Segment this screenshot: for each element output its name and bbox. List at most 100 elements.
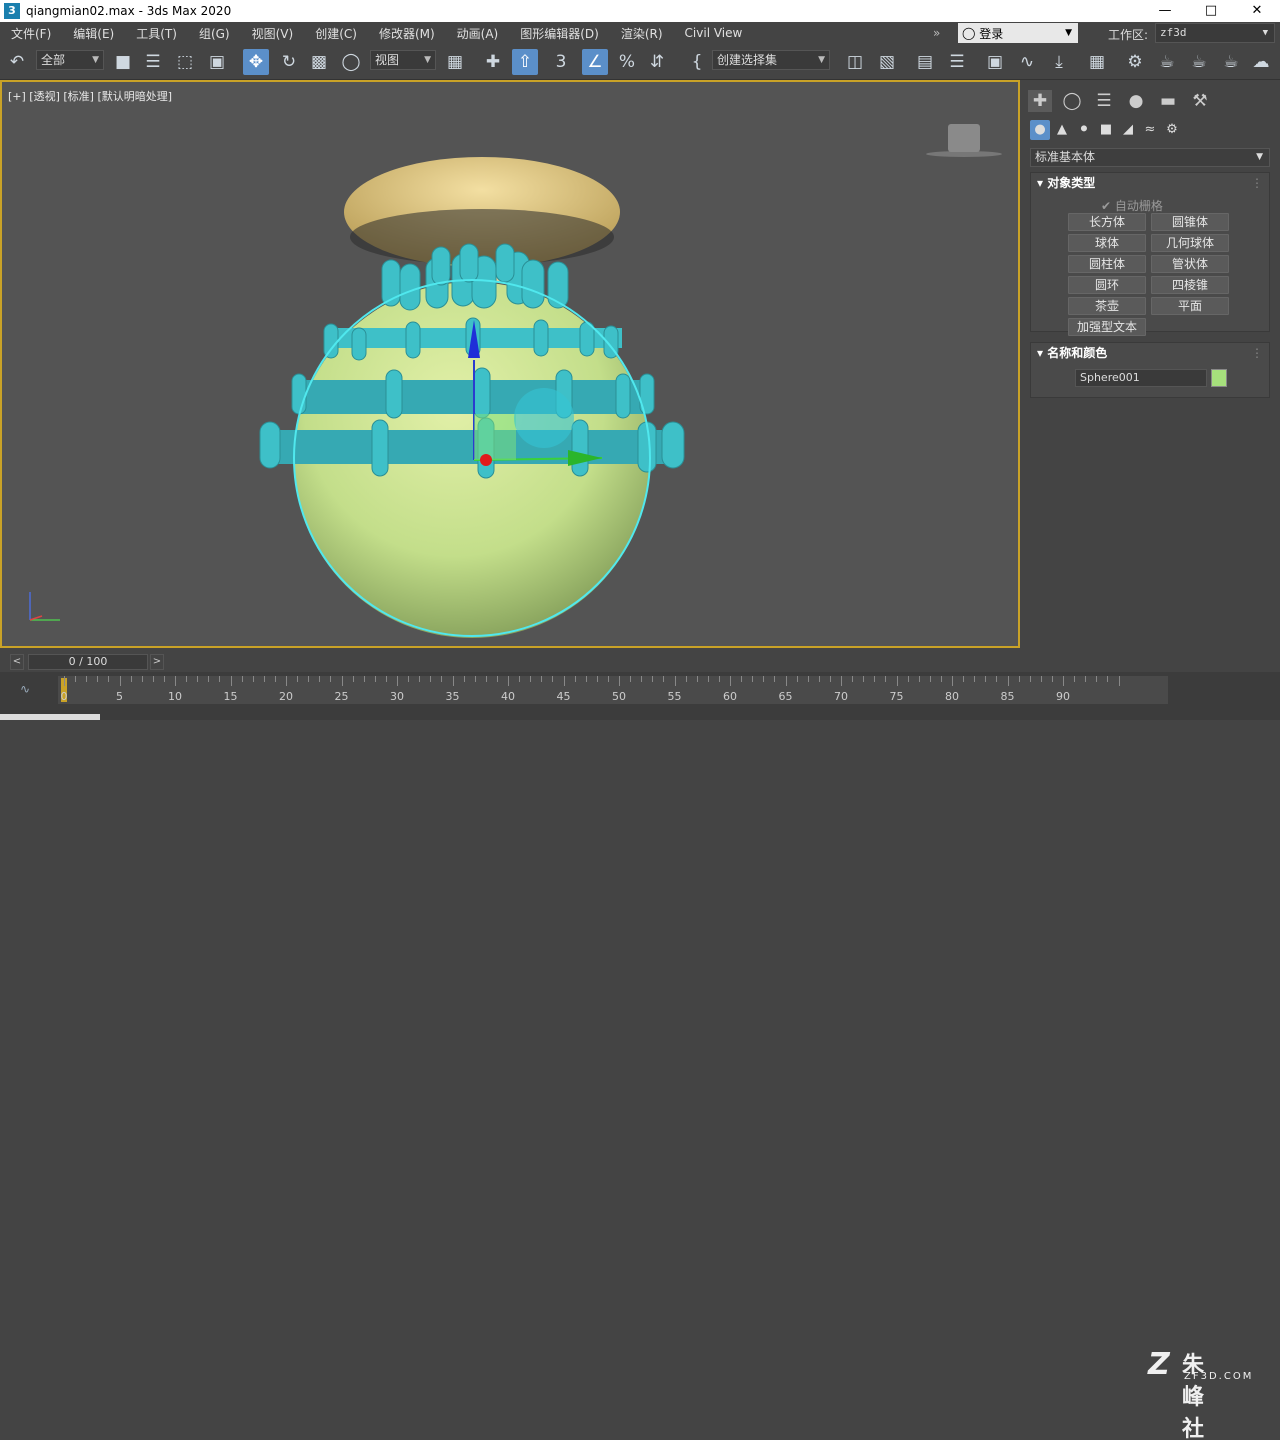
object-name-field[interactable]: Sphere001 [1075,369,1207,387]
lights-icon[interactable]: ⚫ [1074,120,1094,140]
scene-canvas[interactable] [2,82,1018,646]
timeline-track[interactable]: 0 5 10 15 20 25 30 35 40 45 50 55 60 65 70 75 80 85 90 [58,676,1168,704]
menu-view[interactable]: 视图(V) [241,25,305,42]
time-slider[interactable]: 0 / 100 [28,654,148,670]
shapes-icon[interactable]: ▲ [1052,120,1072,140]
motion-tab-icon[interactable]: ● [1124,90,1148,112]
timeline-tick [163,676,165,682]
timeline-tick [741,676,743,682]
menu-file[interactable]: 文件(F) [0,25,62,42]
percent-snap-icon[interactable]: % [614,49,640,75]
timeline-tick [630,676,632,682]
material-editor-icon[interactable]: ⚙ [1122,49,1148,75]
timeline-tick [474,676,476,682]
render-setup-icon[interactable]: ☕ [1154,49,1180,75]
curve-editor-icon[interactable]: ∿ [1014,49,1040,75]
timeline-tick [585,676,587,682]
select-object-icon[interactable]: ■ [110,49,136,75]
layer-explorer-icon[interactable]: ☰ [944,49,970,75]
snaps-toggle-icon[interactable]: 3 [548,49,574,75]
edit-named-sets-icon[interactable]: { [684,49,710,75]
manipulate-icon[interactable]: ✚ [480,49,506,75]
space-warps-icon[interactable]: ≈ [1140,120,1160,140]
menu-tools[interactable]: 工具(T) [125,25,188,42]
plane-button[interactable]: 平面 [1151,297,1229,315]
named-selection-set-select[interactable]: 创建选择集 ▼ [712,50,830,70]
menu-more-button[interactable]: » [922,26,951,40]
name-color-header[interactable]: ▾ 名称和颜色 ⋮ [1031,343,1269,363]
cameras-icon[interactable]: ■ [1096,120,1116,140]
cone-button[interactable]: 圆锥体 [1151,213,1229,231]
menu-rendering[interactable]: 渲染(R) [610,25,674,42]
cylinder-button[interactable]: 圆柱体 [1068,255,1146,273]
timeline-tick [241,676,243,682]
tube-button[interactable]: 管状体 [1151,255,1229,273]
mirror-icon[interactable]: ◫ [842,49,868,75]
teapot-button[interactable]: 茶壶 [1068,297,1146,315]
object-type-header[interactable]: ▾ 对象类型 ⋮ [1031,173,1269,193]
keyboard-shortcut-icon[interactable]: ⇧ [512,49,538,75]
geosphere-button[interactable]: 几何球体 [1151,234,1229,252]
selection-filter-select[interactable]: 全部 ▼ [36,50,104,70]
create-tab-icon[interactable]: ✚ [1028,90,1052,112]
select-scale-icon[interactable]: ▩ [306,49,332,75]
pyramid-button[interactable]: 四棱锥 [1151,276,1229,294]
curve-editor-mini-icon[interactable]: ∿ [20,682,30,696]
sphere-button[interactable]: 球体 [1068,234,1146,252]
timeline-tick [430,676,432,682]
select-by-name-icon[interactable]: ☰ [140,49,166,75]
select-rotate-icon[interactable]: ↻ [276,49,302,75]
perspective-viewport[interactable]: [+] [透视] [标准] [默认明暗处理] [0,80,1020,648]
helpers-icon[interactable]: ◢ [1118,120,1138,140]
name-color-rollout: ▾ 名称和颜色 ⋮ Sphere001 [1030,342,1270,398]
next-frame-button[interactable]: > [150,654,164,670]
timeline-tick [330,676,332,682]
utilities-tab-icon[interactable]: ⚒ [1188,90,1212,112]
display-tab-icon[interactable]: ▬ [1156,90,1180,112]
menu-create[interactable]: 创建(C) [304,25,368,42]
rendered-frame-icon[interactable]: ☕ [1186,49,1212,75]
render-cloud-icon[interactable]: ☁ [1248,49,1274,75]
undo-icon[interactable]: ↶ [4,49,30,75]
pivot-center-icon[interactable]: ▦ [442,49,468,75]
menu-modifiers[interactable]: 修改器(M) [368,25,446,42]
schematic-view-icon[interactable]: ▦ [1084,49,1110,75]
geometry-icon[interactable]: ● [1030,120,1050,140]
dope-sheet-icon[interactable]: ⤓ [1046,49,1072,75]
prev-frame-button[interactable]: < [10,654,24,670]
spinner-snap-icon[interactable]: ⇵ [644,49,670,75]
menu-group[interactable]: 组(G) [188,25,241,42]
scene-explorer-icon[interactable]: ▤ [912,49,938,75]
systems-icon[interactable]: ⚙ [1162,120,1182,140]
autogrid-checkbox[interactable]: ✔ 自动栅格 [1101,197,1163,214]
box-button[interactable]: 长方体 [1068,213,1146,231]
timeline-tick [252,676,254,682]
timeline-tick [963,676,965,682]
render-production-icon[interactable]: ☕ [1218,49,1244,75]
align-icon[interactable]: ▧ [874,49,900,75]
maximize-button[interactable]: □ [1188,0,1234,22]
object-color-swatch[interactable] [1211,369,1227,387]
modify-tab-icon[interactable]: ◯ [1060,90,1084,112]
close-button[interactable]: ✕ [1234,0,1280,22]
text-plus-button[interactable]: 加强型文本 [1068,318,1146,336]
reference-coordinate-select[interactable]: 视图 ▼ [370,50,436,70]
menu-edit[interactable]: 编辑(E) [62,25,125,42]
angle-snap-icon[interactable]: ∠ [582,49,608,75]
window-crossing-icon[interactable]: ▣ [204,49,230,75]
login-button[interactable]: ◯ 登录 ▼ [958,23,1078,43]
select-move-icon[interactable]: ✥ [243,49,269,75]
menu-graph-editors[interactable]: 图形编辑器(D) [509,25,610,42]
torus-button[interactable]: 圆环 [1068,276,1146,294]
workspace-select[interactable]: zf3d ▼ [1155,23,1275,43]
hierarchy-tab-icon[interactable]: ☰ [1092,90,1116,112]
menu-civil-view[interactable]: Civil View [674,26,754,40]
rect-selection-icon[interactable]: ⬚ [172,49,198,75]
ribbon-toggle-icon[interactable]: ▣ [982,49,1008,75]
chevron-down-icon: ▼ [1065,28,1072,38]
menu-animation[interactable]: 动画(A) [446,25,510,42]
place-icon[interactable]: ◯ [338,49,364,75]
minimize-button[interactable]: — [1142,0,1188,22]
object-category-select[interactable]: 标准基本体 ▼ [1030,148,1270,167]
view-cube[interactable] [926,124,1002,157]
